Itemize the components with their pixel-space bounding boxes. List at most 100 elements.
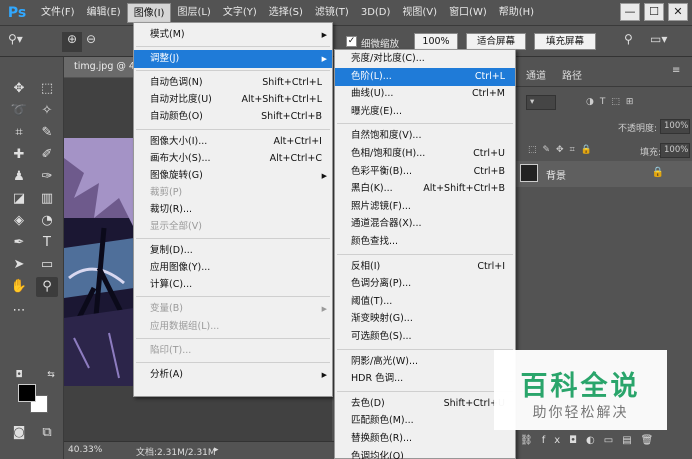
tab-paths[interactable]: 路径	[562, 67, 582, 82]
menu-item[interactable]: 反相(I) Ctrl+I	[335, 258, 515, 276]
swap-colors-icon[interactable]: ⇆	[40, 365, 62, 385]
menu-8[interactable]: 3D(D)	[355, 3, 397, 23]
menu-item[interactable]: 显示全部(V)	[134, 218, 332, 236]
menu-item[interactable]: 色相/饱和度(H)... Ctrl+U	[335, 145, 515, 163]
eraser-tool-icon[interactable]: ◪	[8, 189, 30, 209]
magic-wand-tool-icon[interactable]: ✧	[36, 101, 58, 121]
menu-item[interactable]: 自动颜色(O) Shift+Ctrl+B	[134, 108, 332, 126]
restore-button[interactable]: ☐	[644, 3, 664, 21]
fit-screen-button[interactable]: 适合屏幕	[466, 33, 526, 50]
menu-item[interactable]: 复制(D)...	[134, 242, 332, 260]
menu-item[interactable]: 照片滤镜(F)...	[335, 198, 515, 216]
default-colors-icon[interactable]: ◘	[8, 365, 30, 385]
menu-item[interactable]: 分析(A) ▶	[134, 366, 332, 384]
menu-item[interactable]: 应用图像(Y)...	[134, 259, 332, 277]
minimize-button[interactable]: —	[620, 3, 640, 21]
menu-3[interactable]: 图像(I)	[126, 2, 172, 23]
foreground-color-swatch[interactable]	[18, 384, 36, 402]
menu-item[interactable]: 陷印(T)...	[134, 342, 332, 360]
menu-item[interactable]: 阴影/高光(W)...	[335, 353, 515, 371]
brush-tool-icon[interactable]: ✐	[36, 145, 58, 165]
zoom-tool-preset-icon[interactable]: ⚲▾	[8, 32, 23, 52]
move-tool-icon[interactable]: ✥	[8, 79, 30, 99]
menu-item[interactable]: 调整(J) ▶	[134, 50, 332, 69]
menu-item[interactable]: 计算(C)...	[134, 276, 332, 294]
zoom-out-icon[interactable]: ⊖	[86, 32, 96, 52]
menu-item[interactable]: 自动对比度(U) Alt+Shift+Ctrl+L	[134, 91, 332, 109]
status-arrow-icon[interactable]: ▸	[214, 445, 219, 455]
document-tab[interactable]: timg.jpg @ 4	[64, 57, 134, 77]
menu-6[interactable]: 选择(S)	[263, 3, 309, 23]
type-tool-icon[interactable]: T	[36, 233, 58, 253]
crop-tool-icon[interactable]: ⌗	[8, 123, 30, 143]
menu-item[interactable]: 应用数据组(L)...	[134, 318, 332, 336]
zoom-tool-icon[interactable]: ⚲	[36, 277, 58, 297]
menu-item[interactable]: 曲线(U)... Ctrl+M	[335, 85, 515, 103]
menu-item[interactable]: 渐变映射(G)...	[335, 310, 515, 328]
menu-7[interactable]: 滤镜(T)	[309, 3, 355, 23]
layer-actions[interactable]: ⛓fx◘◐▭▤🗑	[520, 435, 662, 446]
menu-item[interactable]: 自然饱和度(V)...	[335, 127, 515, 145]
menu-4[interactable]: 图层(L)	[171, 3, 216, 23]
blur-tool-icon[interactable]: ◈	[8, 211, 30, 231]
hand-tool-icon[interactable]: ✋	[8, 277, 30, 297]
tab-channels[interactable]: 通道	[526, 67, 546, 82]
layer-row[interactable]: 背景 🔒	[490, 161, 692, 187]
menu-item[interactable]: 裁剪(P)	[134, 184, 332, 202]
menu-2[interactable]: 编辑(E)	[81, 3, 127, 23]
menu-item[interactable]: 自动色调(N) Shift+Ctrl+L	[134, 74, 332, 92]
menu-item[interactable]: 色彩平衡(B)... Ctrl+B	[335, 163, 515, 181]
menu-item[interactable]: 裁切(R)...	[134, 201, 332, 219]
menu-item[interactable]: 替换颜色(R)...	[335, 430, 515, 448]
marquee-tool-icon[interactable]: ⬚	[36, 79, 58, 99]
menu-item[interactable]: 画布大小(S)... Alt+Ctrl+C	[134, 150, 332, 168]
history-brush-tool-icon[interactable]: ✑	[36, 167, 58, 187]
menu-11[interactable]: 帮助(H)	[493, 3, 540, 23]
fill-field[interactable]: 100%	[660, 143, 690, 158]
menu-item[interactable]: 色调分离(P)...	[335, 275, 515, 293]
lock-icons[interactable]: ⬚✎✥⌗🔒	[528, 145, 598, 155]
menu-1[interactable]: 文件(F)	[35, 3, 81, 23]
menu-item[interactable]: 可选颜色(S)...	[335, 328, 515, 346]
menu-item[interactable]: 色阶(L)... Ctrl+L	[335, 67, 515, 86]
workspace-icon[interactable]: ▭▾	[650, 32, 667, 52]
clone-stamp-tool-icon[interactable]: ♟	[8, 167, 30, 187]
menu-10[interactable]: 窗口(W)	[443, 3, 493, 23]
menu-item[interactable]: HDR 色调...	[335, 370, 515, 388]
panel-menu-icon[interactable]: ≡	[672, 65, 680, 76]
menu-9[interactable]: 视图(V)	[396, 3, 443, 23]
filter-kind-select[interactable]: ▾	[526, 95, 556, 110]
menu-item[interactable]: 模式(M) ▶	[134, 26, 332, 44]
menu-item[interactable]: 图像旋转(G) ▶	[134, 167, 332, 185]
scrubby-zoom-checkbox[interactable]: ✓	[346, 36, 357, 47]
menu-5[interactable]: 文字(Y)	[217, 3, 263, 23]
menu-item[interactable]: 亮度/对比度(C)...	[335, 50, 515, 68]
eyedropper-tool-icon[interactable]: ✎	[36, 123, 58, 143]
pen-tool-icon[interactable]: ✒	[8, 233, 30, 253]
screen-mode-icon[interactable]: ⧉	[36, 423, 58, 443]
gradient-tool-icon[interactable]: ▥	[36, 189, 58, 209]
path-selection-tool-icon[interactable]: ➤	[8, 255, 30, 275]
close-button[interactable]: ✕	[668, 3, 688, 21]
menu-item[interactable]: 通道混合器(X)...	[335, 215, 515, 233]
dodge-tool-icon[interactable]: ◔	[36, 211, 58, 231]
more-tools-icon[interactable]: ⋯	[8, 301, 30, 321]
zoom-level[interactable]: 40.33%	[68, 445, 102, 455]
layer-filter-icons[interactable]: ◑T⬚⊞	[586, 97, 639, 107]
quick-mask-icon[interactable]: ◙	[8, 423, 30, 443]
menu-item[interactable]: 去色(D) Shift+Ctrl+U	[335, 395, 515, 413]
lock-icon[interactable]: 🔒	[652, 167, 664, 178]
zoom-in-icon[interactable]: ⊕	[62, 32, 82, 52]
menu-item[interactable]: 变量(B) ▶	[134, 300, 332, 318]
menu-item[interactable]: 曝光度(E)...	[335, 103, 515, 121]
lasso-tool-icon[interactable]: ➰	[8, 101, 30, 121]
opacity-field[interactable]: 100%	[660, 119, 690, 134]
search-icon[interactable]: ⚲	[624, 32, 633, 52]
healing-brush-tool-icon[interactable]: ✚	[8, 145, 30, 165]
zoom-100-button[interactable]: 100%	[414, 33, 458, 50]
menu-item[interactable]: 阈值(T)...	[335, 293, 515, 311]
fill-screen-button[interactable]: 填充屏幕	[534, 33, 596, 50]
menu-item[interactable]: 色调均化(Q)	[335, 448, 515, 459]
menu-item[interactable]: 图像大小(I)... Alt+Ctrl+I	[134, 133, 332, 151]
menu-item[interactable]: 颜色查找...	[335, 233, 515, 251]
